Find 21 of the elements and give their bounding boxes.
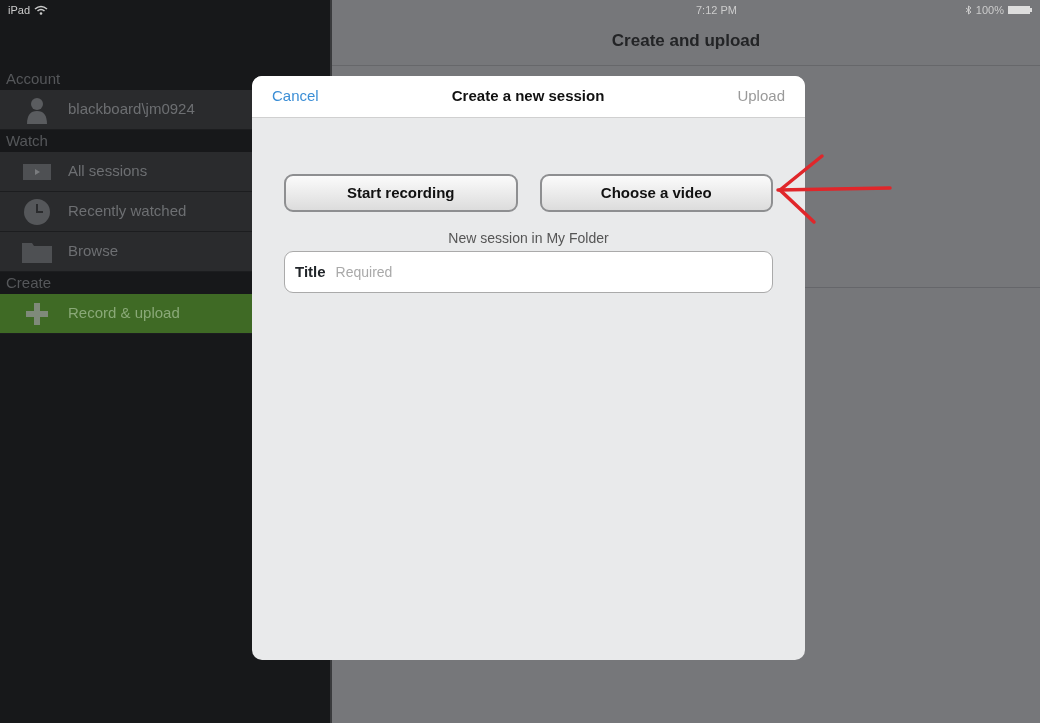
title-input[interactable]: Required <box>333 260 762 284</box>
page-title: Create and upload <box>611 31 761 50</box>
battery-percent: 100% <box>975 2 1004 18</box>
video-icon <box>23 163 51 180</box>
section-heading: Account <box>5 69 62 89</box>
person-icon <box>26 95 48 124</box>
title-field[interactable]: Title Required <box>284 251 773 293</box>
action-button[interactable]: Start recording <box>284 174 518 212</box>
folder-note: New session in My Folder <box>447 229 610 248</box>
clock-time: 7:12 PM <box>695 2 737 18</box>
folder-icon <box>22 240 52 263</box>
plus-icon <box>26 302 48 325</box>
dialog-title: Create a new session <box>451 86 605 107</box>
wifi-icon <box>34 5 49 15</box>
section-heading: Watch <box>5 131 49 151</box>
action-button[interactable]: Choose a video <box>539 174 773 212</box>
battery-icon <box>1008 5 1032 15</box>
carrier-label: iPad <box>8 2 31 18</box>
section-heading: Create <box>5 273 53 293</box>
clock-icon <box>24 198 50 225</box>
bluetooth-icon <box>964 5 972 15</box>
